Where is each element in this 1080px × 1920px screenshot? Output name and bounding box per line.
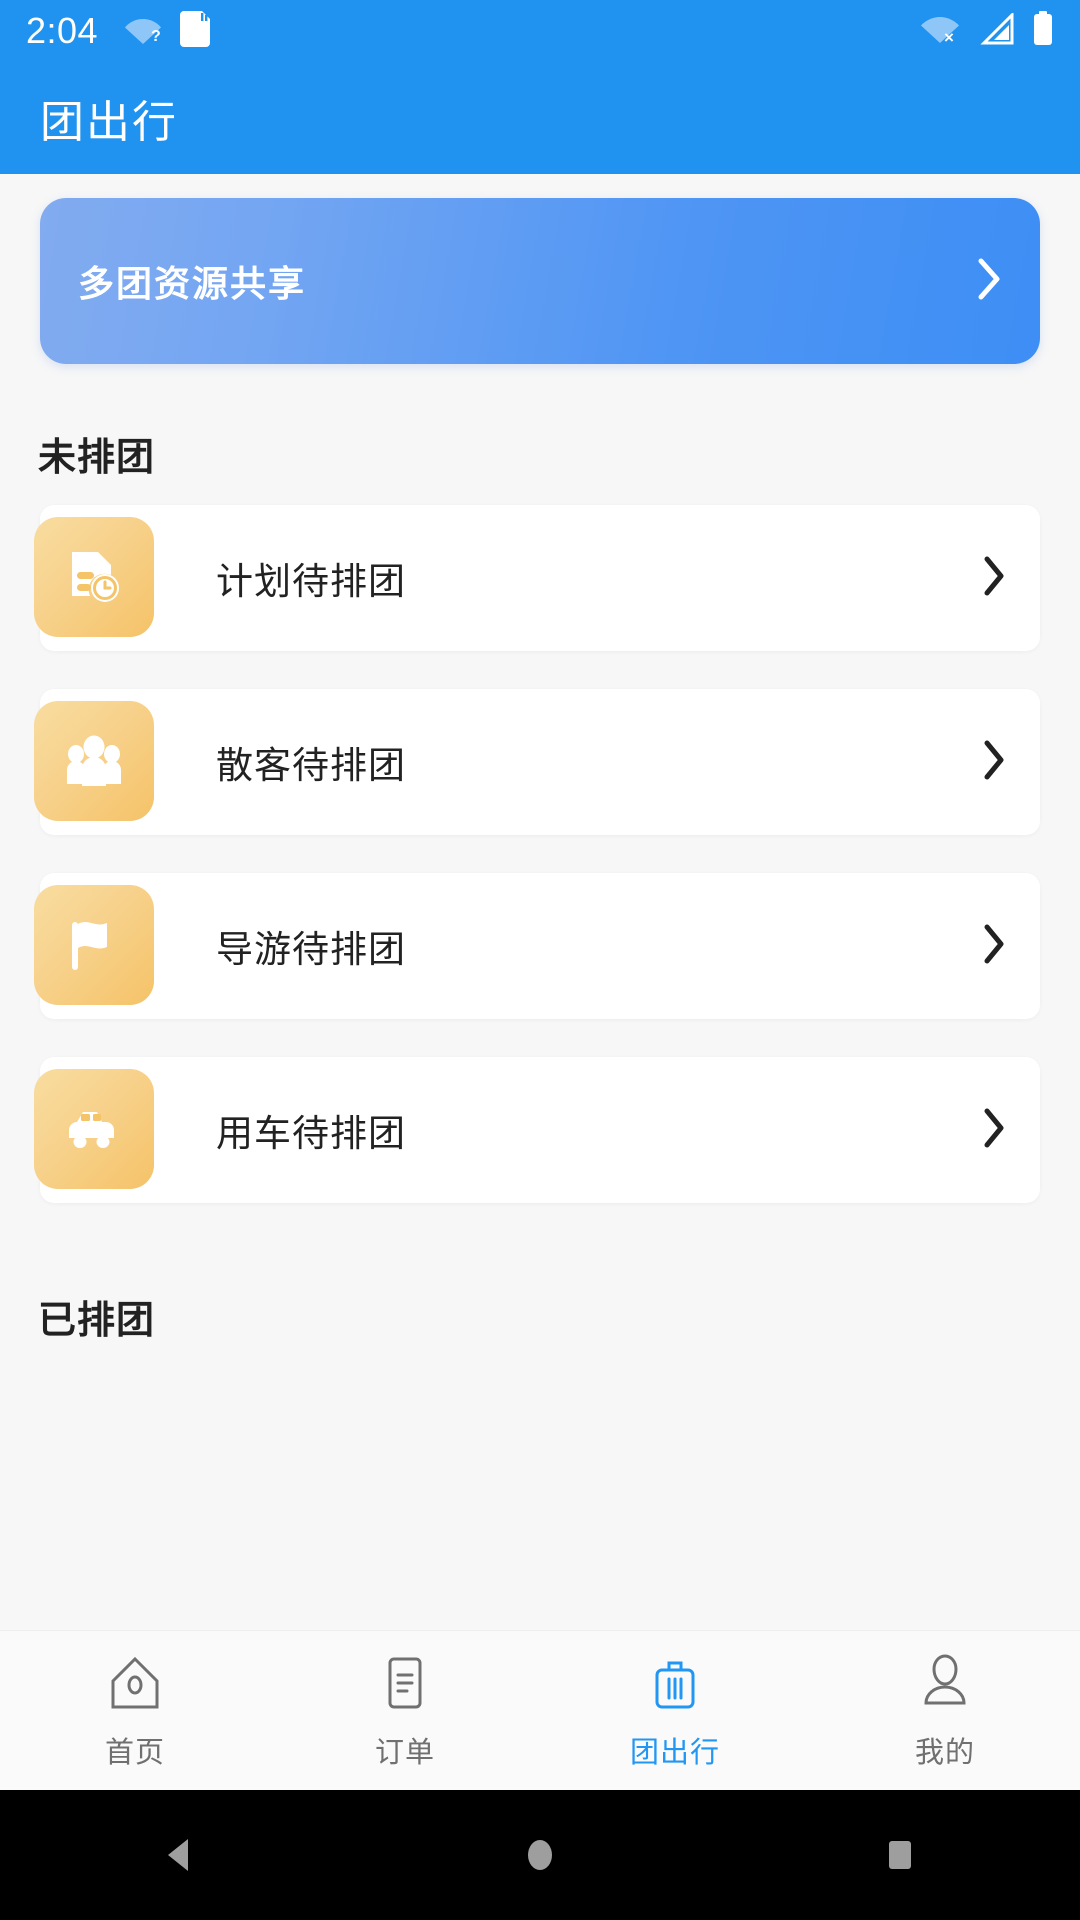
- bottom-tab-bar: 首页 订单 团出行 我的: [0, 1630, 1080, 1790]
- android-navigation-bar: [0, 1790, 1080, 1920]
- tab-label: 我的: [914, 1736, 975, 1769]
- cellular-no-signal-icon: [978, 10, 1016, 50]
- battery-full-icon: [1032, 10, 1054, 52]
- tab-label: 团出行: [629, 1736, 720, 1769]
- car-icon: [34, 1069, 154, 1189]
- person-icon: [913, 1651, 977, 1720]
- back-triangle-icon[interactable]: [120, 1790, 240, 1920]
- tab-orders[interactable]: 订单: [270, 1651, 540, 1771]
- recents-square-icon[interactable]: [840, 1790, 960, 1920]
- chevron-right-icon: [982, 923, 1006, 970]
- chevron-right-icon: [982, 555, 1006, 602]
- tab-label: 订单: [374, 1736, 435, 1769]
- svg-text:?: ?: [151, 28, 161, 44]
- list-item-vehicle-pending[interactable]: 用车待排团: [34, 1057, 1040, 1203]
- home-icon: [103, 1651, 167, 1720]
- home-circle-icon[interactable]: [480, 1790, 600, 1920]
- list-item-guide-pending[interactable]: 导游待排团: [34, 873, 1040, 1019]
- section-title-arranged: 已排团: [38, 1300, 156, 1342]
- status-bar: 2:04 ? ×: [0, 0, 1080, 62]
- wifi-question-icon: ?: [124, 14, 162, 49]
- list-item-label: 用车待排团: [216, 1113, 406, 1154]
- tab-profile[interactable]: 我的: [810, 1651, 1080, 1771]
- order-list-icon: [373, 1651, 437, 1720]
- list-item-label: 计划待排团: [216, 561, 406, 602]
- wifi-off-icon: ×: [920, 13, 962, 50]
- document-clock-icon: [34, 517, 154, 637]
- svg-text:×: ×: [944, 28, 954, 45]
- page-title: 团出行: [40, 98, 178, 147]
- chevron-right-icon: [982, 1107, 1006, 1154]
- list-item-label: 散客待排团: [216, 745, 406, 786]
- status-bar-right-icons: ×: [920, 10, 1054, 52]
- list-item-plan-pending[interactable]: 计划待排团: [34, 505, 1040, 651]
- unarranged-list: 计划待排团 散客待排团 导游待排团 用车待排团: [0, 505, 1080, 1241]
- suitcase-icon: [643, 1651, 707, 1720]
- app-bar: 团出行: [0, 62, 1080, 174]
- app-screen: 2:04 ? × 团出行 多团资源共享 未排团 计划待排团 散客待排团 导游待排…: [0, 0, 1080, 1920]
- status-bar-clock: 2:04: [26, 10, 99, 51]
- banner-title: 多团资源共享: [78, 263, 307, 304]
- tab-label: 首页: [104, 1736, 165, 1769]
- scroll-content[interactable]: 多团资源共享 未排团 计划待排团 散客待排团 导游待排团 用车待排团 已排团: [0, 174, 1080, 1639]
- list-item-fit-pending[interactable]: 散客待排团: [34, 689, 1040, 835]
- chevron-right-icon: [982, 739, 1006, 786]
- status-bar-left-icons: ?: [124, 10, 211, 52]
- section-title-unarranged: 未排团: [38, 437, 156, 479]
- list-item-label: 导游待排团: [216, 929, 406, 970]
- chevron-right-icon: [976, 257, 1002, 306]
- sd-card-icon: [180, 10, 211, 52]
- tab-group-travel[interactable]: 团出行: [540, 1651, 810, 1771]
- people-group-icon: [34, 701, 154, 821]
- multi-group-resource-sharing-banner[interactable]: 多团资源共享: [40, 198, 1040, 364]
- tab-home[interactable]: 首页: [0, 1651, 270, 1771]
- flag-icon: [34, 885, 154, 1005]
